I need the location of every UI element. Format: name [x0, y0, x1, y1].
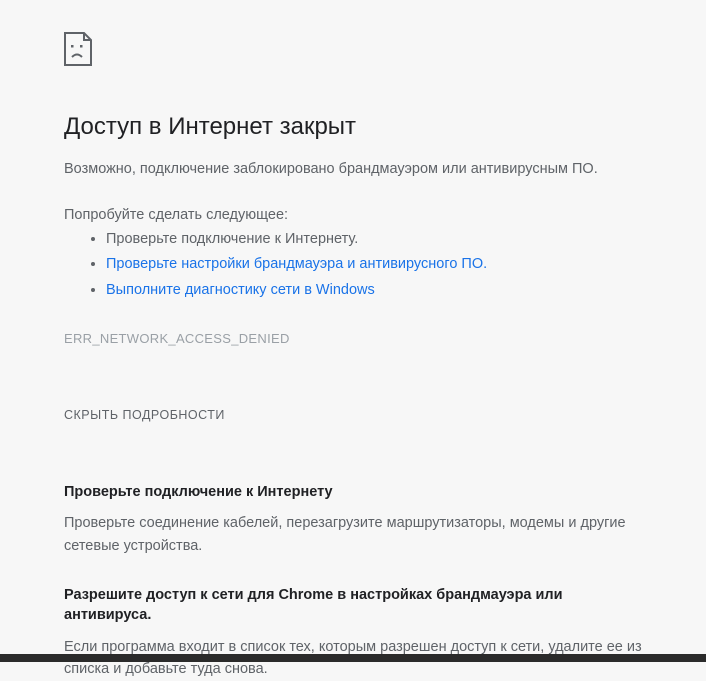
- detail-section-title: Проверьте подключение к Интернету: [64, 482, 642, 502]
- firewall-settings-link[interactable]: Проверьте настройки брандмауэра и антиви…: [106, 256, 487, 272]
- list-item: Выполните диагностику сети в Windows: [106, 278, 642, 303]
- error-subtitle: Возможно, подключение заблокировано бран…: [64, 159, 642, 181]
- network-diagnostics-link[interactable]: Выполните диагностику сети в Windows: [106, 282, 375, 298]
- detail-section: Разрешите доступ к сети для Chrome в нас…: [64, 585, 642, 681]
- error-code: ERR_NETWORK_ACCESS_DENIED: [64, 331, 642, 346]
- suggestion-text: Проверьте подключение к Интернету.: [106, 231, 358, 247]
- error-page: Доступ в Интернет закрыт Возможно, подкл…: [0, 0, 706, 681]
- detail-section: Проверьте подключение к Интернету Провер…: [64, 482, 642, 557]
- suggestion-list: Проверьте подключение к Интернету. Прове…: [64, 227, 642, 303]
- error-title: Доступ в Интернет закрыт: [64, 113, 642, 141]
- list-item: Проверьте подключение к Интернету.: [106, 227, 642, 252]
- sad-page-icon: [64, 32, 642, 71]
- list-item: Проверьте настройки брандмауэра и антиви…: [106, 252, 642, 277]
- bottom-bar: [0, 654, 706, 662]
- toggle-details-button[interactable]: СКРЫТЬ ПОДРОБНОСТИ: [64, 408, 225, 422]
- try-label: Попробуйте сделать следующее:: [64, 207, 642, 223]
- detail-section-title: Разрешите доступ к сети для Chrome в нас…: [64, 585, 642, 626]
- detail-section-body: Проверьте соединение кабелей, перезагруз…: [64, 512, 642, 557]
